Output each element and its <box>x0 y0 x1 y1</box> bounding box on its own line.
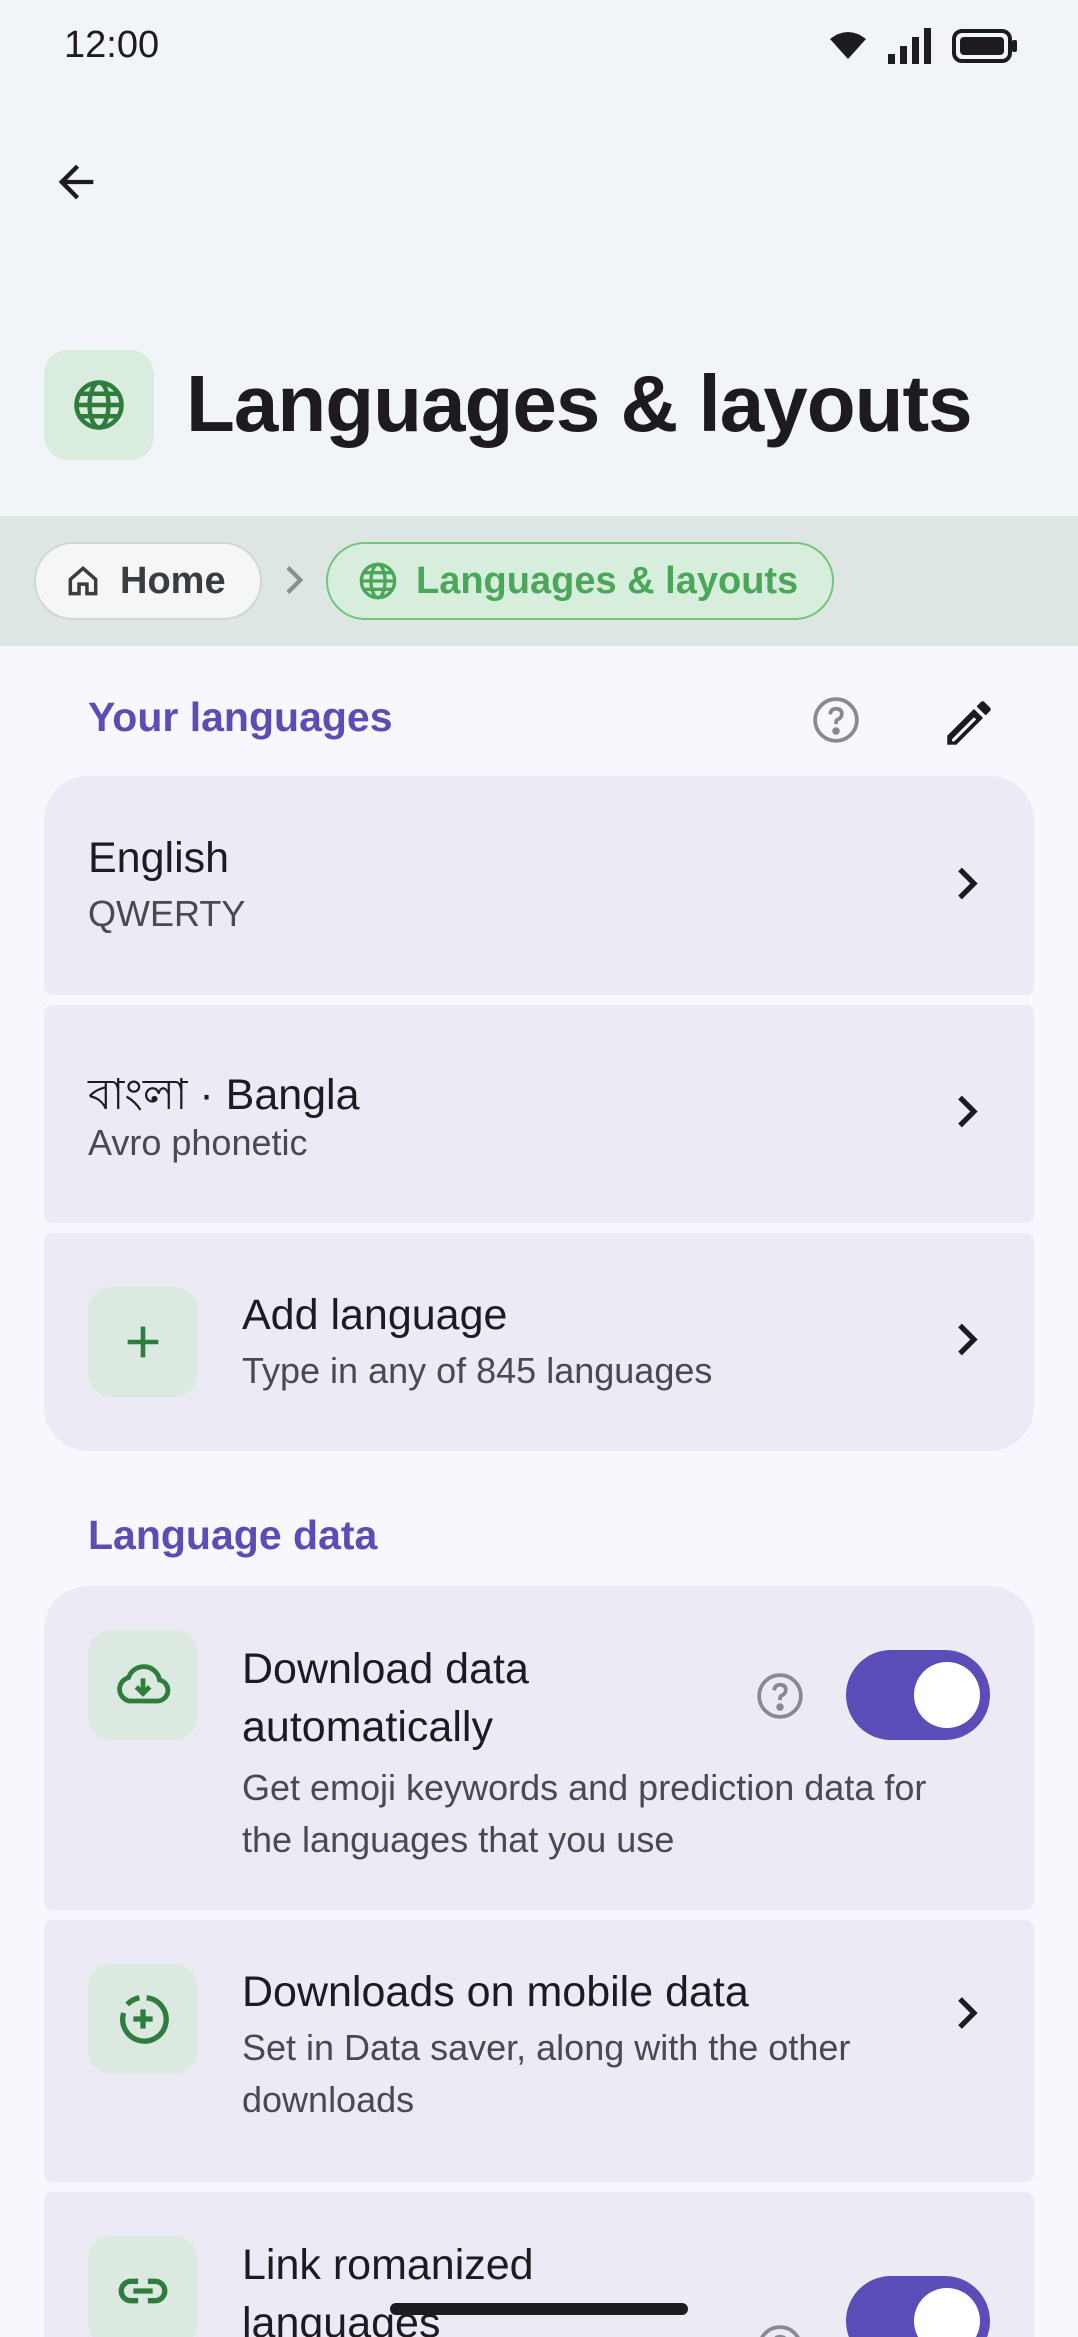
language-item-bangla[interactable]: বাংলা · Bangla Avro phonetic <box>44 1005 1034 1223</box>
breadcrumb: Home Languages & layouts <box>0 516 1078 646</box>
breadcrumb-current[interactable]: Languages & layouts <box>326 542 835 620</box>
wifi-icon <box>828 31 868 66</box>
add-icon <box>88 1287 198 1397</box>
section-title-your-languages: Your languages <box>88 694 393 740</box>
data-saver-icon <box>88 1964 198 2074</box>
top-app-bar: Languages & layouts <box>0 96 1078 516</box>
download-auto-title: Download data automatically <box>242 1645 529 1751</box>
download-data-auto-item[interactable]: Download data automatically Get emoji ke… <box>44 1586 1034 1910</box>
link-icon <box>88 2236 198 2337</box>
mobile-data-subtitle: Set in Data saver, along with the other … <box>242 2027 851 2120</box>
help-icon <box>813 697 859 743</box>
cloud-download-icon <box>88 1630 198 1740</box>
chevron-right-icon <box>284 564 306 601</box>
download-auto-subtitle: Get emoji keywords and prediction data f… <box>242 1767 927 1860</box>
toggle-knob <box>914 1662 980 1728</box>
battery-icon <box>952 29 1018 68</box>
status-bar: 12:00 <box>0 0 1078 96</box>
help-button-link[interactable] <box>750 2318 810 2337</box>
link-romanized-title: Link romanized languages <box>242 2241 534 2337</box>
mobile-data-title: Downloads on mobile data <box>242 1968 749 2016</box>
link-romanized-toggle[interactable] <box>846 2276 990 2337</box>
status-time: 12:00 <box>64 24 160 66</box>
language-title: English <box>88 834 230 882</box>
chevron-right-icon <box>956 1321 980 1364</box>
home-indicator[interactable] <box>390 2303 688 2315</box>
breadcrumb-home-label: Home <box>120 559 226 602</box>
arrow-back-icon <box>58 164 94 200</box>
chevron-right-icon <box>956 1994 980 2037</box>
language-layout: QWERTY <box>88 893 246 934</box>
language-item-english[interactable]: English QWERTY <box>44 776 1034 995</box>
globe-icon <box>359 562 397 600</box>
pencil-icon <box>947 701 991 745</box>
back-button[interactable] <box>40 146 112 218</box>
help-button-download[interactable] <box>750 1666 810 1726</box>
signal-icon <box>888 28 932 69</box>
help-button-languages[interactable] <box>806 690 866 750</box>
mobile-data-item[interactable]: Downloads on mobile data Set in Data sav… <box>44 1920 1034 2182</box>
status-icons <box>828 28 1018 69</box>
chevron-right-icon <box>956 864 980 907</box>
chevron-right-icon <box>956 1093 980 1136</box>
breadcrumb-home[interactable]: Home <box>34 542 262 620</box>
page-title: Languages & layouts <box>186 359 973 448</box>
help-icon <box>757 1673 803 1719</box>
breadcrumb-current-label: Languages & layouts <box>416 559 799 602</box>
toggle-knob <box>914 2288 980 2337</box>
link-romanized-item[interactable]: Link romanized languages <box>44 2192 1034 2337</box>
add-language-item[interactable]: Add language Type in any of 845 language… <box>44 1233 1034 1451</box>
add-language-subtitle: Type in any of 845 languages <box>242 1350 713 1391</box>
section-title-language-data: Language data <box>88 1512 378 1558</box>
home-icon <box>68 566 98 596</box>
edit-button[interactable] <box>934 688 1004 758</box>
globe-title-icon <box>44 350 154 460</box>
help-icon <box>760 2325 800 2337</box>
add-language-title: Add language <box>242 1291 508 1339</box>
language-layout: Avro phonetic <box>88 1122 308 1163</box>
download-auto-toggle[interactable] <box>846 1650 990 1740</box>
